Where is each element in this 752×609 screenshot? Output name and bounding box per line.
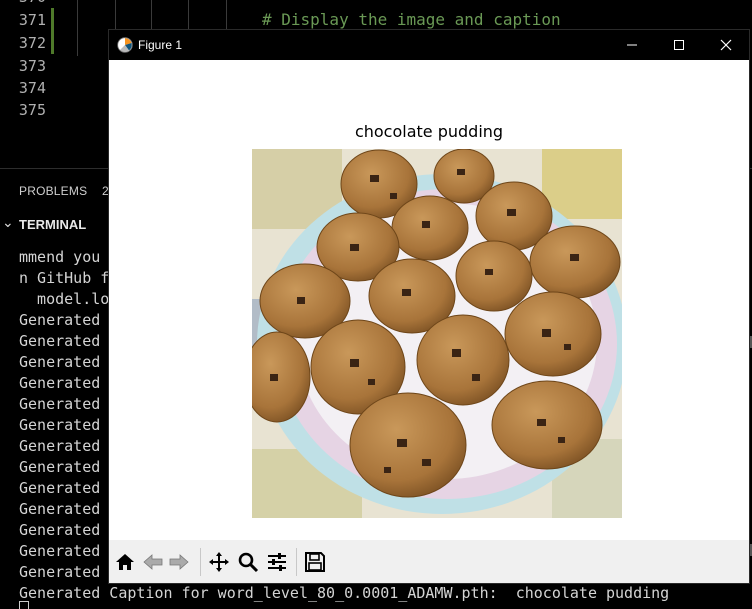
- figure-window[interactable]: Figure 1 chocolate pudding: [109, 30, 749, 583]
- close-button[interactable]: [703, 30, 749, 60]
- terminal-line: Generated: [19, 500, 101, 518]
- figure-canvas[interactable]: chocolate pudding: [109, 60, 749, 540]
- terminal-line: Generated: [19, 374, 101, 392]
- configure-subplots-icon: [268, 553, 286, 571]
- configure-subplots-button[interactable]: [265, 550, 289, 574]
- figure-titlebar[interactable]: Figure 1: [109, 30, 749, 60]
- terminal-label: TERMINAL: [19, 217, 87, 232]
- forward-button[interactable]: [167, 550, 191, 574]
- terminal-line: Generated: [19, 521, 101, 539]
- back-arrow-icon: [143, 554, 163, 570]
- pan-button[interactable]: [207, 550, 231, 574]
- line-number: 371: [18, 11, 46, 29]
- terminal-line: n GitHub f: [19, 269, 110, 287]
- terminal-line: model.lo: [19, 290, 110, 308]
- terminal-line: Generated: [19, 311, 101, 329]
- maximize-icon: [674, 40, 684, 50]
- home-button[interactable]: [113, 550, 137, 574]
- git-change-marker: [51, 8, 54, 54]
- tab-problems[interactable]: PROBLEMS: [19, 184, 87, 198]
- toolbar-separator: [296, 548, 297, 576]
- cookies-photo-graphic: [252, 149, 622, 518]
- code-comment: # Display the image and caption: [262, 10, 561, 29]
- line-number: 373: [18, 57, 46, 75]
- indent-guide: [77, 0, 78, 56]
- forward-arrow-icon: [169, 554, 189, 570]
- line-number: 372: [18, 34, 46, 52]
- terminal-line: Generated: [19, 542, 101, 560]
- tab-output[interactable]: 2: [102, 184, 109, 198]
- toolbar-separator: [200, 548, 201, 576]
- pan-icon: [209, 552, 229, 572]
- zoom-button[interactable]: [236, 550, 260, 574]
- save-icon: [305, 552, 325, 572]
- figure-caption: chocolate pudding: [354, 122, 504, 141]
- close-icon: [720, 39, 732, 51]
- chevron-down-icon: ⌄: [2, 215, 14, 231]
- terminal-line: Generated: [19, 353, 101, 371]
- zoom-icon: [238, 552, 259, 573]
- maximize-button[interactable]: [656, 30, 702, 60]
- terminal-line: Generated: [19, 332, 101, 350]
- window-title: Figure 1: [138, 38, 183, 52]
- terminal-line: Generated: [19, 563, 101, 581]
- save-button[interactable]: [303, 550, 327, 574]
- line-number: 370: [18, 0, 46, 6]
- terminal-line: Generated: [19, 395, 101, 413]
- minimize-icon: [627, 44, 637, 46]
- terminal-line: Generated: [19, 458, 101, 476]
- line-number: 375: [18, 101, 46, 119]
- terminal-line: mmend you: [19, 248, 101, 266]
- matplotlib-logo-icon: [117, 37, 133, 53]
- terminal-line: Generated: [19, 437, 101, 455]
- terminal-line: Generated Caption for word_level_80_0.00…: [19, 584, 670, 602]
- cookies-photo: [252, 149, 622, 518]
- minimize-button[interactable]: [609, 30, 655, 60]
- terminal-line: Generated: [19, 479, 101, 497]
- figure-toolbar: [109, 540, 749, 583]
- home-icon: [116, 554, 134, 570]
- terminal-line: Generated: [19, 416, 101, 434]
- back-button[interactable]: [141, 550, 165, 574]
- line-number: 374: [18, 79, 46, 97]
